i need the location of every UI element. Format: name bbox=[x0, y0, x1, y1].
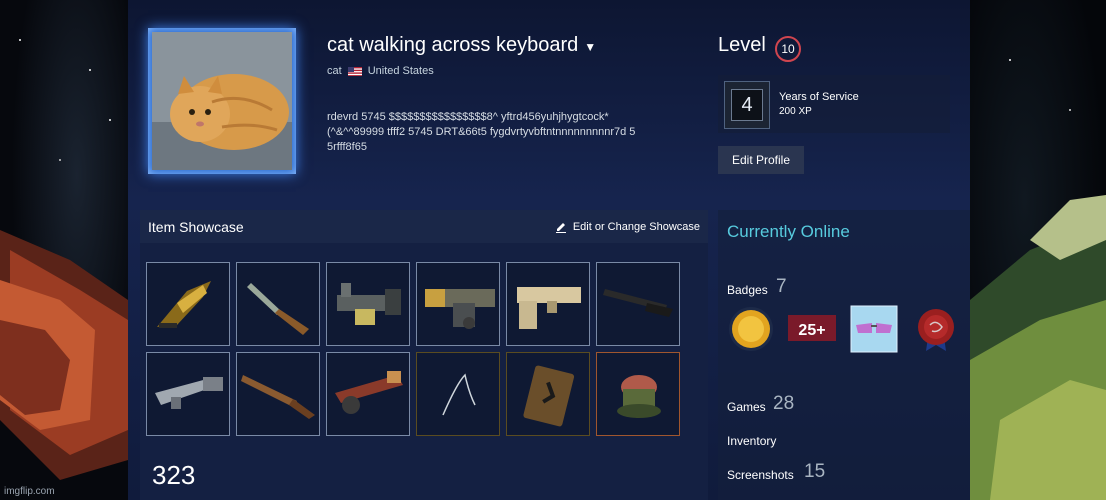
badges-link[interactable]: Badges bbox=[727, 283, 768, 297]
showcase-item-knife[interactable] bbox=[236, 262, 320, 346]
edit-showcase-link[interactable]: Edit or Change Showcase bbox=[555, 221, 700, 233]
real-name-row: cat United States bbox=[327, 65, 434, 77]
screenshots-link[interactable]: Screenshots bbox=[727, 468, 794, 482]
avatar bbox=[152, 32, 292, 170]
years-of-service-xp: 200 XP bbox=[779, 106, 812, 117]
years-of-service-badge[interactable]: 4 Years of Service 200 XP bbox=[718, 75, 950, 133]
showcase-item-rocket-launcher-red[interactable] bbox=[326, 352, 410, 436]
svg-text:25+: 25+ bbox=[798, 322, 825, 339]
showcase-item-shotgun-boxy[interactable] bbox=[506, 262, 590, 346]
avatar-frame[interactable] bbox=[148, 28, 296, 174]
showcase-item-launcher[interactable] bbox=[326, 262, 410, 346]
right-side-panel bbox=[718, 210, 970, 500]
persona-name-text: cat walking across keyboard bbox=[327, 34, 579, 56]
country-name: United States bbox=[367, 65, 434, 77]
showcase-item-rocket-launcher[interactable] bbox=[416, 262, 500, 346]
item-showcase-header: Item Showcase Edit or Change Showcase bbox=[140, 210, 708, 243]
level-label: Level bbox=[718, 34, 766, 56]
real-name: cat bbox=[327, 65, 342, 77]
chevron-down-icon[interactable]: ▼ bbox=[584, 40, 596, 54]
showcase-item-card[interactable] bbox=[506, 352, 590, 436]
red-seal-badge-icon[interactable] bbox=[912, 305, 960, 353]
persona-name[interactable]: cat walking across keyboard ▼ bbox=[327, 34, 596, 57]
edit-showcase-label: Edit or Change Showcase bbox=[572, 220, 700, 233]
watermark: imgflip.com bbox=[4, 486, 55, 497]
showcase-item-hat[interactable] bbox=[596, 352, 680, 436]
25-plus-badge-icon[interactable]: 25+ bbox=[788, 305, 836, 353]
games-link[interactable]: Games bbox=[727, 400, 766, 414]
item-showcase-title: Item Showcase bbox=[148, 218, 244, 235]
games-count: 28 bbox=[773, 393, 795, 414]
pencil-icon bbox=[555, 222, 566, 233]
edit-profile-button[interactable]: Edit Profile bbox=[718, 146, 804, 174]
background-right-terrain bbox=[970, 0, 1106, 500]
years-of-service-number: 4 bbox=[731, 89, 763, 121]
showcase-item-shotgun-long[interactable] bbox=[596, 262, 680, 346]
profile-summary: rdevrd 5745 $$$$$$$$$$$$$$$$8^ yftrd456y… bbox=[327, 111, 636, 153]
background-left-spaceship bbox=[0, 0, 128, 500]
gold-coin-badge-icon[interactable] bbox=[727, 305, 775, 353]
showcase-item-shotgun-wood[interactable] bbox=[236, 352, 320, 436]
sunglasses-badge-icon[interactable] bbox=[850, 305, 898, 353]
badges-count: 7 bbox=[776, 276, 787, 297]
showcase-item-wire[interactable] bbox=[416, 352, 500, 436]
screenshots-count: 15 bbox=[804, 461, 826, 482]
inventory-link[interactable]: Inventory bbox=[727, 434, 776, 448]
years-of-service-icon: 4 bbox=[724, 81, 770, 129]
showcase-item-count: 323 bbox=[152, 460, 196, 490]
showcase-item-scattergun[interactable] bbox=[146, 352, 230, 436]
us-flag-icon bbox=[347, 66, 362, 76]
online-status: Currently Online bbox=[727, 222, 850, 241]
years-of-service-title: Years of Service bbox=[779, 91, 859, 103]
showcase-item-crossbow[interactable] bbox=[146, 262, 230, 346]
level-badge[interactable]: 10 bbox=[775, 36, 801, 62]
